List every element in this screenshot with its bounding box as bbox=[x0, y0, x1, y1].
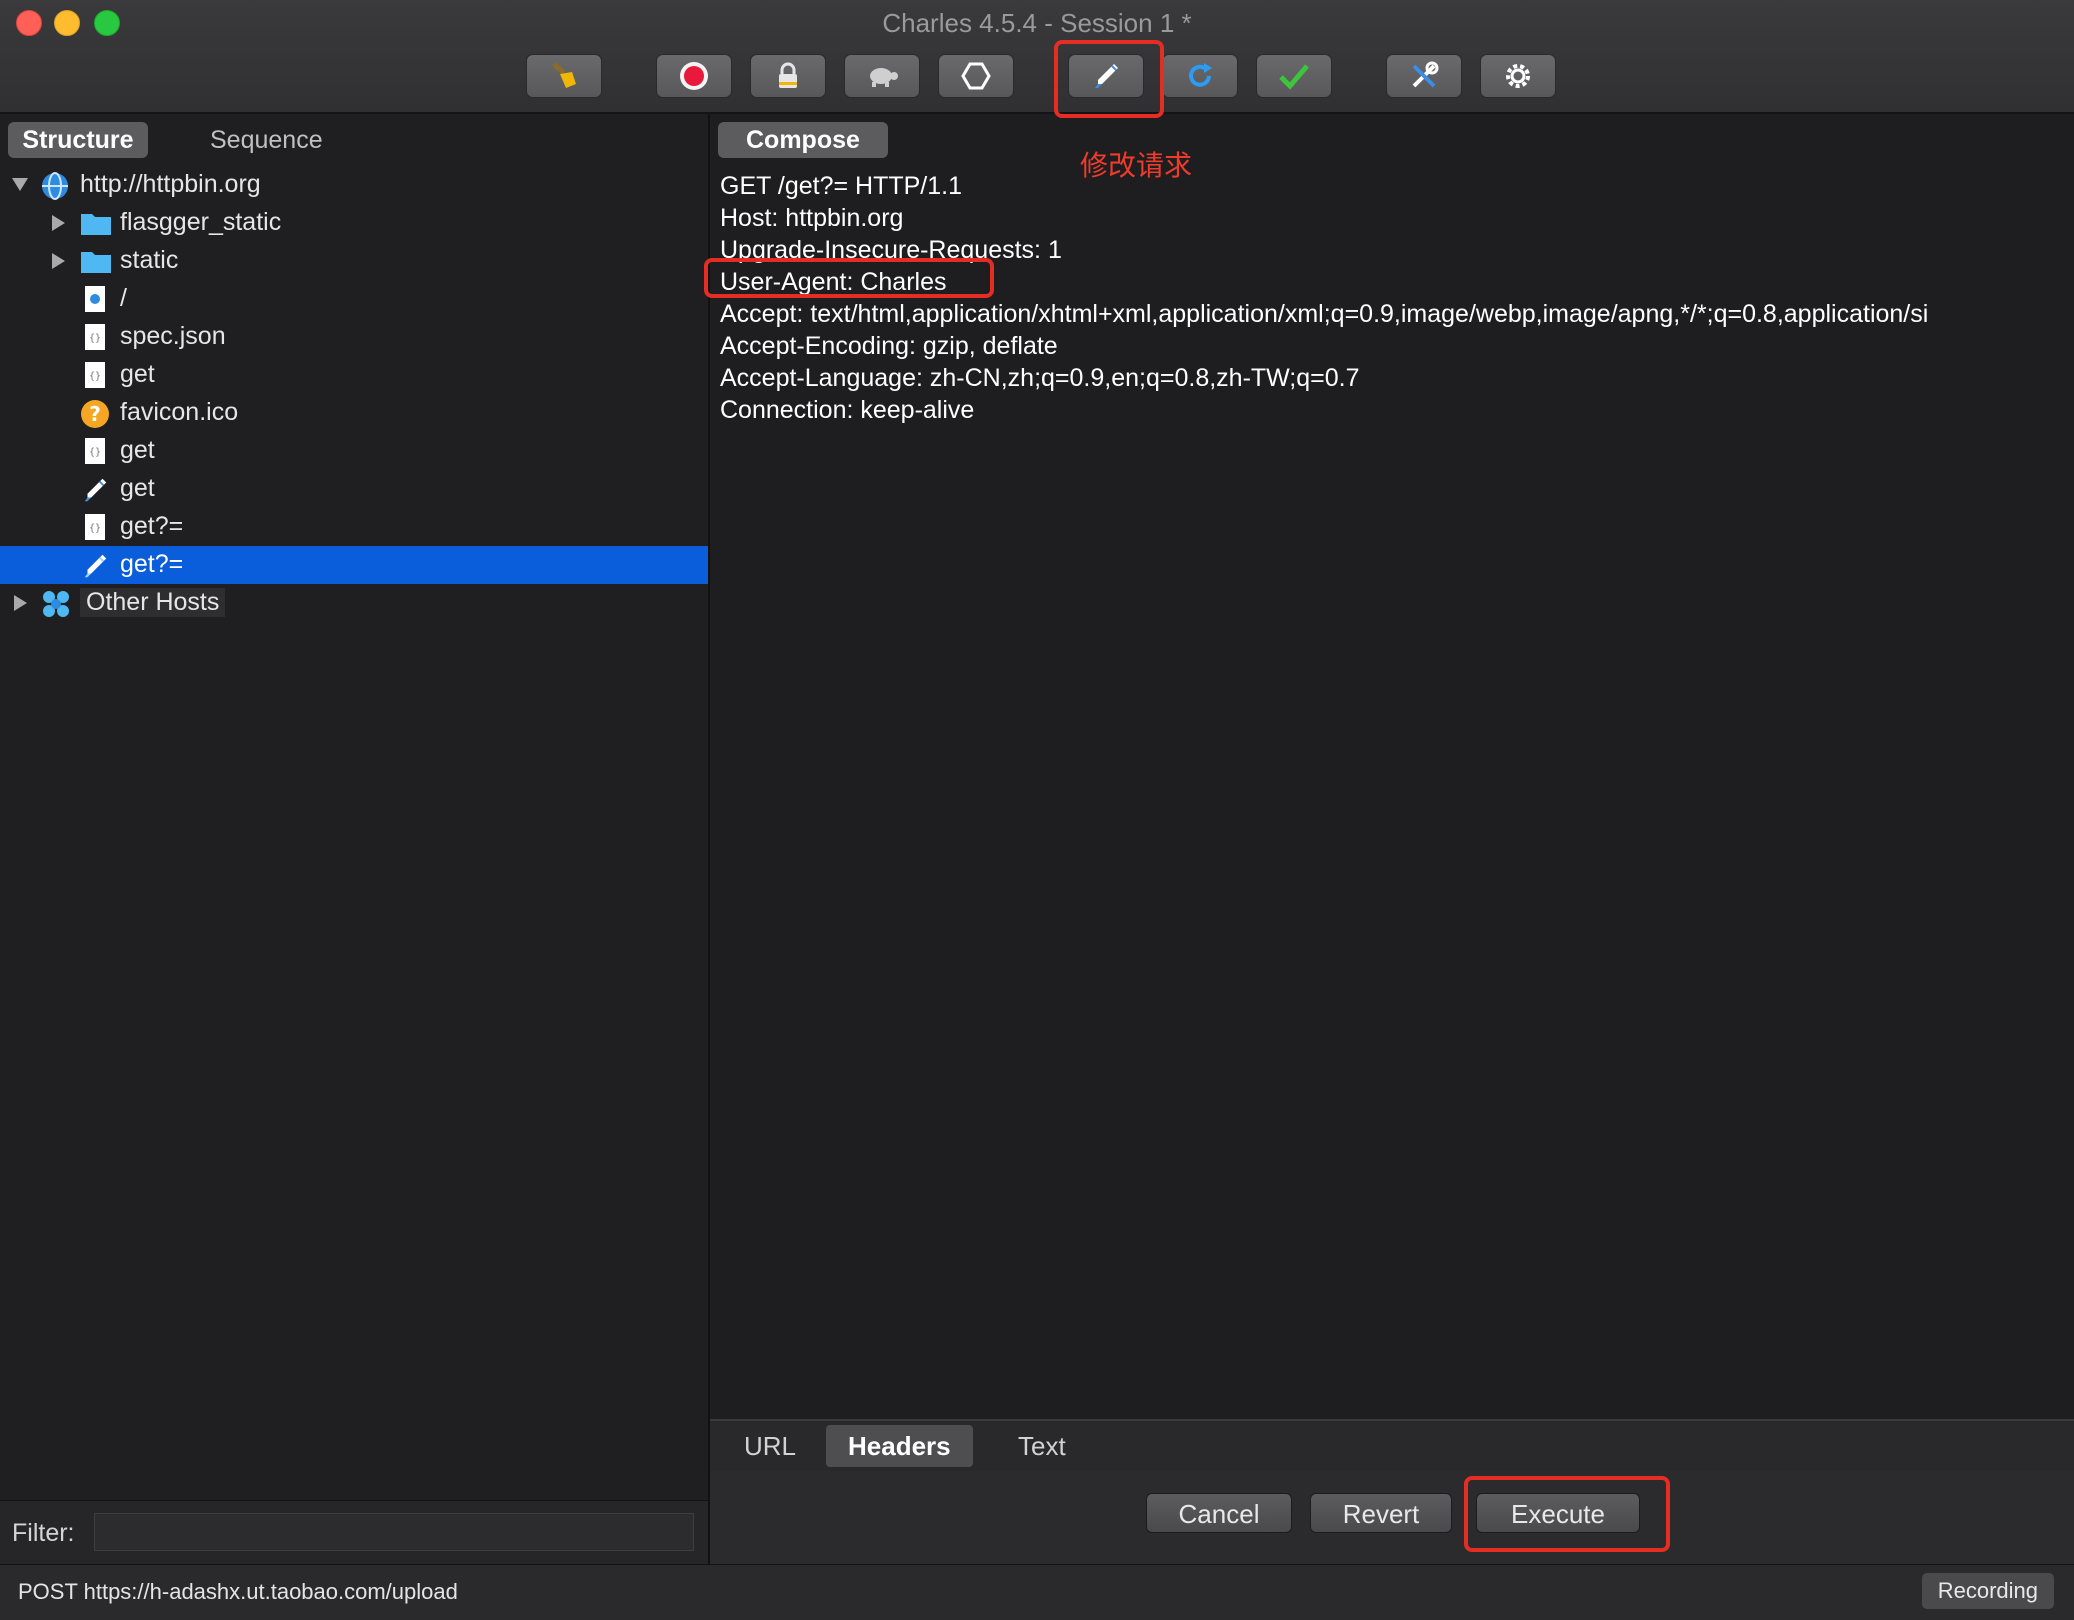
checkmark-icon bbox=[1279, 64, 1309, 90]
disclosure-expanded-icon[interactable] bbox=[12, 178, 28, 191]
highlight-user-agent bbox=[704, 258, 994, 298]
tools-button[interactable] bbox=[1386, 54, 1462, 98]
tree-row-label: get bbox=[120, 360, 155, 388]
tree-row-label: flasgger_static bbox=[120, 208, 282, 236]
tree-row-folder[interactable]: flasgger_static bbox=[0, 204, 708, 242]
tree-row-label: static bbox=[120, 246, 179, 274]
folder-icon bbox=[81, 214, 111, 235]
svg-text:{}: {} bbox=[89, 371, 101, 382]
tree-row-other-hosts[interactable]: Other Hosts bbox=[0, 584, 708, 622]
tree-row-request[interactable]: {} get bbox=[0, 432, 708, 470]
json-file-icon: {} bbox=[85, 362, 105, 388]
action-bar: Cancel Revert Execute bbox=[710, 1471, 2074, 1564]
svg-text:?: ? bbox=[89, 402, 101, 426]
json-file-icon: {} bbox=[85, 438, 105, 464]
tree-row-label: / bbox=[120, 284, 127, 312]
svg-text:{}: {} bbox=[89, 447, 101, 458]
lock-icon bbox=[779, 62, 797, 88]
compose-pane: Compose 修改请求 GET /get?= HTTP/1.1 Host: h… bbox=[710, 114, 2074, 1564]
tree-row-folder[interactable]: static bbox=[0, 242, 708, 280]
tree-row-request[interactable]: {} get bbox=[0, 356, 708, 394]
turtle-icon bbox=[870, 68, 898, 87]
hosts-icon bbox=[43, 591, 69, 617]
header-line: Accept: text/html,application/xhtml+xml,… bbox=[720, 300, 1929, 328]
throttle-button[interactable] bbox=[844, 54, 920, 98]
charles-window: Charles 4.5.4 - Session 1 * Structure Se… bbox=[0, 0, 2074, 1620]
tree-row-label: favicon.ico bbox=[120, 398, 239, 426]
svg-text:{}: {} bbox=[89, 333, 101, 344]
ssl-proxying-button[interactable] bbox=[750, 54, 826, 98]
settings-button[interactable] bbox=[1480, 54, 1556, 98]
question-icon: ? bbox=[81, 400, 109, 428]
structure-pane: Structure Sequence http://httpbin.org fl… bbox=[0, 114, 710, 1565]
request-line: GET /get?= HTTP/1.1 bbox=[720, 172, 963, 200]
record-button[interactable] bbox=[656, 54, 732, 98]
tree-row-request[interactable]: / bbox=[0, 280, 708, 318]
tree-row-label: Other Hosts bbox=[80, 588, 226, 617]
page-icon bbox=[85, 286, 105, 312]
header-line: Connection: keep-alive bbox=[720, 396, 975, 424]
tab-sequence[interactable]: Sequence bbox=[194, 122, 339, 158]
validate-button[interactable] bbox=[1256, 54, 1332, 98]
tab-structure[interactable]: Structure bbox=[8, 122, 148, 158]
request-editor[interactable]: GET /get?= HTTP/1.1 Host: httpbin.org Up… bbox=[720, 170, 2074, 426]
disclosure-collapsed-icon[interactable] bbox=[52, 253, 65, 269]
json-file-icon: {} bbox=[85, 324, 105, 350]
hexagon-icon bbox=[961, 62, 991, 90]
tree-row-request[interactable]: ? favicon.ico bbox=[0, 394, 708, 432]
tab-url[interactable]: URL bbox=[722, 1425, 818, 1467]
refresh-icon bbox=[1189, 63, 1212, 87]
record-icon bbox=[680, 62, 708, 90]
cancel-button[interactable]: Cancel bbox=[1146, 1493, 1292, 1533]
recording-button[interactable]: Recording bbox=[1921, 1573, 2054, 1609]
disclosure-collapsed-icon[interactable] bbox=[52, 215, 65, 231]
disclosure-collapsed-icon[interactable] bbox=[14, 595, 27, 611]
status-text: POST https://h-adashx.ut.taobao.com/uplo… bbox=[18, 1579, 458, 1604]
window-title: Charles 4.5.4 - Session 1 * bbox=[882, 8, 1192, 38]
tab-text[interactable]: Text bbox=[996, 1425, 1088, 1467]
tab-headers[interactable]: Headers bbox=[826, 1425, 973, 1467]
tree-row-request-selected[interactable]: get?= bbox=[0, 546, 708, 584]
editor-view-tabs: URL Headers Text bbox=[710, 1419, 2074, 1471]
tree-row-label: spec.json bbox=[120, 322, 226, 350]
header-line: Host: httpbin.org bbox=[720, 204, 904, 232]
pen-icon bbox=[84, 478, 107, 502]
tree-row-label: get bbox=[120, 474, 155, 502]
tree-row-request[interactable]: {} spec.json bbox=[0, 318, 708, 356]
folder-icon bbox=[81, 252, 111, 273]
tree-row-request[interactable]: get bbox=[0, 470, 708, 508]
tree-row-label: get?= bbox=[120, 512, 184, 540]
tools-icon bbox=[1412, 61, 1439, 88]
clear-session-button[interactable] bbox=[526, 54, 602, 98]
status-bar: POST https://h-adashx.ut.taobao.com/uplo… bbox=[0, 1564, 2074, 1620]
tree-row-host[interactable]: http://httpbin.org bbox=[0, 166, 708, 204]
filter-label: Filter: bbox=[12, 1519, 75, 1547]
tree-row-label: get bbox=[120, 436, 155, 464]
tree-row-request[interactable]: {} get?= bbox=[0, 508, 708, 546]
tab-compose[interactable]: Compose bbox=[718, 122, 888, 158]
repeat-button[interactable] bbox=[1162, 54, 1238, 98]
header-line: Accept-Language: zh-CN,zh;q=0.9,en;q=0.8… bbox=[720, 364, 1360, 392]
pen-icon bbox=[84, 554, 107, 578]
tree-row-label: get?= bbox=[120, 550, 184, 578]
revert-button[interactable]: Revert bbox=[1310, 1493, 1452, 1533]
title-toolbar: Charles 4.5.4 - Session 1 * bbox=[0, 0, 2074, 114]
svg-text:{}: {} bbox=[89, 523, 101, 534]
globe-icon bbox=[42, 172, 68, 200]
header-line: Accept-Encoding: gzip, deflate bbox=[720, 332, 1058, 360]
breakpoints-button[interactable] bbox=[938, 54, 1014, 98]
broom-icon bbox=[552, 62, 576, 88]
highlight-compose-button bbox=[1054, 40, 1164, 118]
filter-bar: Filter: bbox=[0, 1500, 708, 1565]
tree-row-label: http://httpbin.org bbox=[80, 170, 261, 198]
json-file-icon: {} bbox=[85, 514, 105, 540]
filter-input[interactable] bbox=[94, 1513, 694, 1551]
highlight-execute-button bbox=[1464, 1476, 1670, 1552]
gear-icon bbox=[1506, 64, 1530, 88]
